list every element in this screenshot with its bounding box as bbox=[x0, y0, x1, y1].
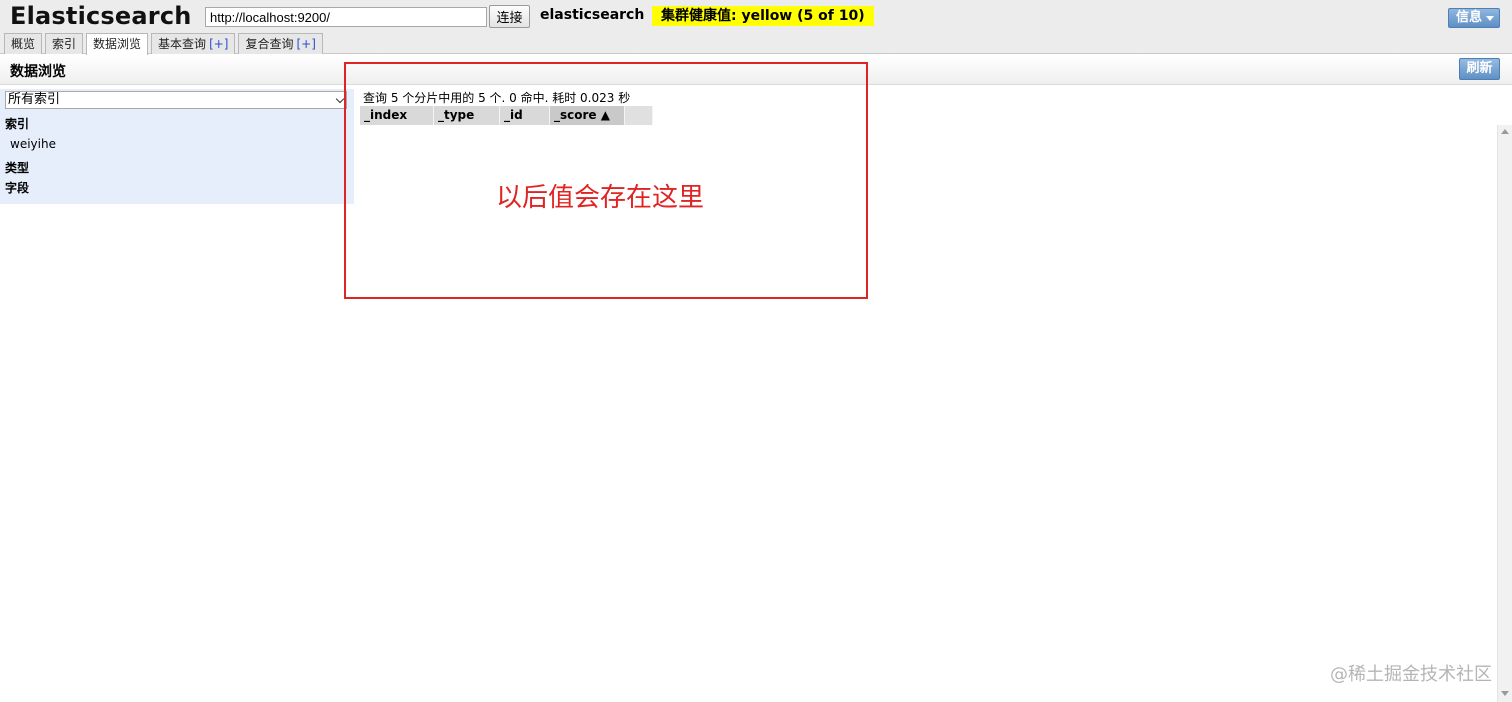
tab-indices[interactable]: 索引 bbox=[45, 33, 84, 54]
refresh-button[interactable]: 刷新 bbox=[1459, 58, 1500, 80]
cluster-health-badge: 集群健康值: yellow (5 of 10) bbox=[652, 6, 874, 26]
tab-bar: 概览 索引 数据浏览 基本查询 [+] 复合查询 [+] bbox=[4, 33, 323, 55]
index-select-value: 所有索引 bbox=[8, 92, 61, 107]
scroll-up-arrow-icon[interactable] bbox=[1501, 129, 1509, 134]
index-select[interactable]: 所有索引 bbox=[5, 91, 347, 109]
types-heading[interactable]: 类型 bbox=[5, 159, 29, 176]
info-button-label: 信息 bbox=[1456, 10, 1483, 25]
watermark: @稀土掘金技术社区 bbox=[1330, 664, 1492, 685]
chevron-down-icon bbox=[335, 94, 345, 104]
tab-overview[interactable]: 概览 bbox=[4, 33, 43, 54]
page-title: 数据浏览 bbox=[10, 64, 66, 80]
filter-sidebar: 所有索引 索引 weiyihe 类型 字段 bbox=[0, 89, 354, 204]
add-compound-query-plus[interactable]: [+] bbox=[297, 37, 316, 51]
caret-down-icon bbox=[1486, 16, 1494, 21]
vertical-scrollbar[interactable] bbox=[1497, 125, 1512, 702]
info-dropdown-button[interactable]: 信息 bbox=[1448, 8, 1500, 28]
annotation-text: 以后值会存在这里 bbox=[496, 183, 705, 213]
add-query-plus[interactable]: [+] bbox=[209, 37, 228, 51]
indices-heading: 索引 bbox=[5, 117, 30, 131]
scroll-down-arrow-icon[interactable] bbox=[1501, 691, 1509, 696]
connect-button[interactable]: 连接 bbox=[489, 5, 530, 28]
tab-compound-query[interactable]: 复合查询 [+] bbox=[238, 33, 323, 54]
fields-heading[interactable]: 字段 bbox=[5, 179, 29, 196]
app-title: Elasticsearch bbox=[10, 2, 192, 30]
header-bar: Elasticsearch 连接 elasticsearch 集群健康值: ye… bbox=[0, 0, 1512, 55]
tab-data-browser[interactable]: 数据浏览 bbox=[86, 33, 149, 55]
tab-basic-query[interactable]: 基本查询 [+] bbox=[151, 33, 236, 54]
cluster-name: elasticsearch bbox=[540, 7, 645, 23]
index-item-weiyihe[interactable]: weiyihe bbox=[10, 137, 56, 151]
url-input[interactable] bbox=[205, 7, 487, 27]
